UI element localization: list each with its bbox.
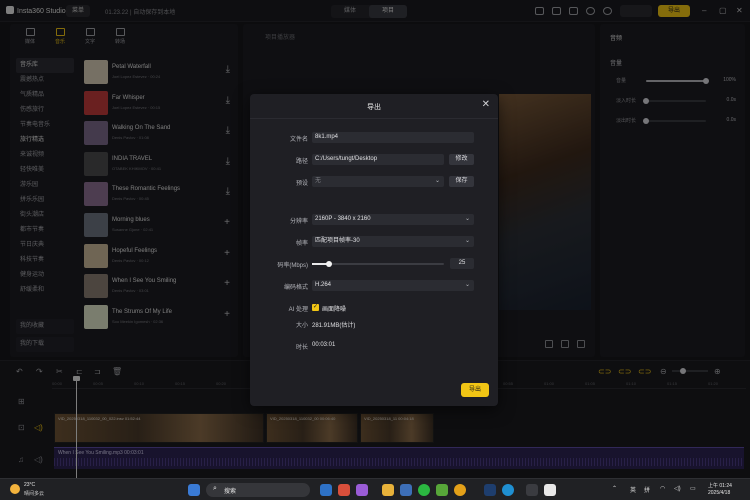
tray-chevron-icon[interactable]: ⌃	[612, 485, 617, 492]
weather-desc[interactable]: 晴间多云	[24, 490, 44, 497]
volume-icon[interactable]: ◁)	[674, 485, 681, 492]
codec-label: 编码格式	[283, 285, 308, 291]
resolution-value: 2160P - 3840 x 2160	[315, 216, 371, 222]
start-icon[interactable]	[188, 484, 200, 496]
denoise-label: 画面降噪	[322, 307, 347, 313]
export-dialog: 导出 ✕ 文件名 8k1.mp4 路径 C:/Users/tungt/Deskt…	[250, 94, 498, 406]
dialog-title: 导出	[367, 104, 381, 111]
preset-select[interactable]: 无 ⌄	[312, 176, 444, 187]
app-icon[interactable]	[526, 484, 538, 496]
language-indicator[interactable]: 英	[630, 485, 636, 494]
chevron-down-icon: ⌄	[434, 178, 440, 184]
path-value: C:/Users/tungt/Desktop	[315, 156, 378, 162]
task-view-icon[interactable]	[320, 484, 332, 496]
photoshop-icon[interactable]	[484, 484, 496, 496]
close-icon[interactable]: ✕	[482, 100, 490, 110]
battery-icon[interactable]: ▭	[690, 485, 696, 492]
filename-label: 文件名	[289, 137, 308, 143]
codec-select[interactable]: H.264 ⌄	[312, 280, 474, 291]
copilot-icon[interactable]	[338, 484, 350, 496]
codec-value: H.264	[315, 282, 332, 288]
insta360-taskbar-icon[interactable]	[544, 484, 556, 496]
editor-icon[interactable]	[436, 484, 448, 496]
search-icon: ⌕	[213, 485, 217, 492]
windows-taskbar: 23°C 晴间多云 ⌕ 搜索 ⌃ 英 拼 ◠ ◁) ▭ 上午 01:24 202…	[0, 478, 750, 500]
resolution-select[interactable]: 2160P - 3840 x 2160 ⌄	[312, 214, 474, 225]
path-label: 路径	[295, 159, 308, 165]
chevron-down-icon: ⌄	[464, 216, 470, 222]
ai-label: AI 处理	[288, 307, 308, 313]
bitrate-input[interactable]: 25	[450, 258, 474, 269]
whatsapp-icon[interactable]	[418, 484, 430, 496]
wifi-icon[interactable]: ◠	[660, 485, 665, 492]
size-value: 281.91MB(估计)	[312, 323, 356, 329]
edge-icon[interactable]	[502, 484, 514, 496]
fps-select[interactable]: 匹配项目帧率-30 ⌄	[312, 236, 474, 247]
widgets-icon[interactable]	[356, 484, 368, 496]
chrome-icon[interactable]	[454, 484, 466, 496]
save-preset-button[interactable]: 保存	[449, 176, 474, 187]
clock-date[interactable]: 2025/4/18	[708, 490, 730, 496]
taskbar-search[interactable]: ⌕ 搜索	[206, 483, 310, 497]
chevron-down-icon: ⌄	[464, 238, 470, 244]
fps-label: 帧率	[295, 241, 308, 247]
bitrate-value: 25	[458, 260, 466, 266]
modify-path-button[interactable]: 修改	[449, 154, 474, 165]
fps-value: 匹配项目帧率-30	[315, 238, 360, 244]
file-explorer-icon[interactable]	[382, 484, 394, 496]
clock-time[interactable]: 上午 01:24	[708, 482, 732, 489]
confirm-export-button[interactable]: 导出	[461, 383, 489, 397]
preset-value: 无	[315, 178, 322, 184]
duration-value: 00:03:01	[312, 342, 336, 348]
app-window: Insta360 Studio 菜单 01.23.22 | 自动保存到本地 媒体…	[0, 0, 750, 478]
duration-label: 时长	[295, 345, 308, 351]
chevron-down-icon: ⌄	[464, 282, 470, 288]
weather-temp[interactable]: 23°C	[24, 482, 35, 488]
resolution-label: 分辨率	[289, 219, 308, 225]
bitrate-label: 码率(Mbps)	[277, 263, 308, 269]
ime-indicator[interactable]: 拼	[644, 485, 650, 494]
bitrate-slider[interactable]	[312, 261, 444, 267]
store-icon[interactable]	[400, 484, 412, 496]
dialog-divider	[250, 118, 498, 119]
denoise-checkbox[interactable]: ✓	[312, 304, 319, 311]
preset-label: 预设	[295, 181, 308, 187]
weather-icon[interactable]	[10, 484, 20, 494]
filename-field[interactable]: 8k1.mp4	[312, 132, 474, 143]
search-label: 搜索	[224, 489, 237, 495]
filename-value: 8k1.mp4	[315, 134, 339, 140]
bitrate-knob[interactable]	[326, 261, 333, 267]
path-field[interactable]: C:/Users/tungt/Desktop	[312, 154, 444, 165]
size-label: 大小	[295, 323, 308, 329]
